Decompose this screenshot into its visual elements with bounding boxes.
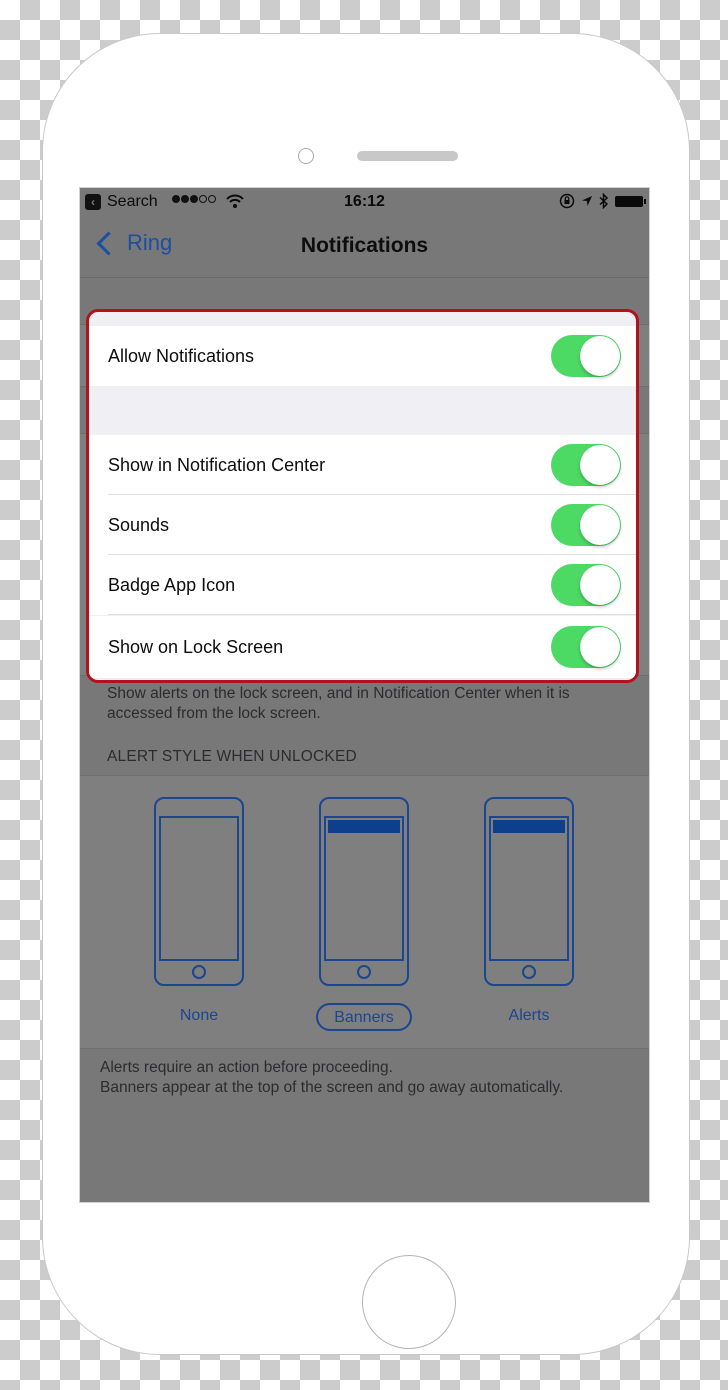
front-camera (298, 148, 314, 164)
phone-alert-icon (484, 797, 574, 986)
alert-style-alerts-label[interactable]: Alerts (481, 1003, 577, 1031)
lock-screen-note: Show alerts on the lock screen, and in N… (107, 685, 570, 722)
show-on-lock-screen-toggle[interactable] (551, 626, 621, 668)
phone-outline-icon (154, 797, 244, 986)
phone-banner-icon (319, 797, 409, 986)
location-icon (582, 196, 592, 206)
allow-notifications-row[interactable]: Allow Notifications (89, 326, 636, 386)
navigation-bar: Ring Notifications (80, 216, 649, 278)
show-on-lock-screen-row[interactable]: Show on Lock Screen (89, 616, 636, 678)
alert-style-none-label[interactable]: None (151, 1003, 247, 1031)
alerts-note: Alerts require an action before proceedi… (100, 1059, 393, 1076)
show-in-notification-center-row[interactable]: Show in Notification Center (89, 435, 636, 495)
alert-style-note: Alerts require an action before proceedi… (100, 1058, 629, 1098)
orientation-lock-icon (559, 193, 575, 209)
badge-app-icon-label: Badge App Icon (108, 574, 236, 595)
home-button[interactable] (362, 1255, 456, 1349)
allow-notifications-toggle[interactable] (551, 335, 621, 377)
phone-screen: ‹ Search 16:12 Ring Notifications Allow … (79, 187, 650, 1203)
earpiece-speaker (357, 151, 458, 161)
status-bar: ‹ Search 16:12 (80, 188, 649, 216)
show-on-lock-screen-label: Show on Lock Screen (108, 636, 284, 657)
alert-style-header: ALERT STYLE WHEN UNLOCKED (107, 748, 357, 765)
sounds-label: Sounds (108, 514, 170, 535)
show-in-notification-center-label: Show in Notification Center (108, 454, 326, 475)
show-in-notification-center-toggle[interactable] (551, 444, 621, 486)
page-title: Notifications (300, 234, 429, 257)
badge-app-icon-toggle[interactable] (551, 564, 621, 606)
alert-style-banners-label[interactable]: Banners (316, 1003, 412, 1031)
banners-note: Banners appear at the top of the screen … (100, 1079, 564, 1096)
sounds-row[interactable]: Sounds (89, 495, 636, 555)
sounds-toggle[interactable] (551, 504, 621, 546)
badge-app-icon-row[interactable]: Badge App Icon (89, 555, 636, 615)
allow-notifications-label: Allow Notifications (108, 345, 255, 366)
bluetooth-icon (599, 193, 609, 209)
alert-style-picker: None Banners Alerts (80, 775, 649, 1049)
battery-icon (615, 195, 646, 207)
highlighted-settings-group: Allow Notifications Show in Notification… (86, 309, 639, 683)
